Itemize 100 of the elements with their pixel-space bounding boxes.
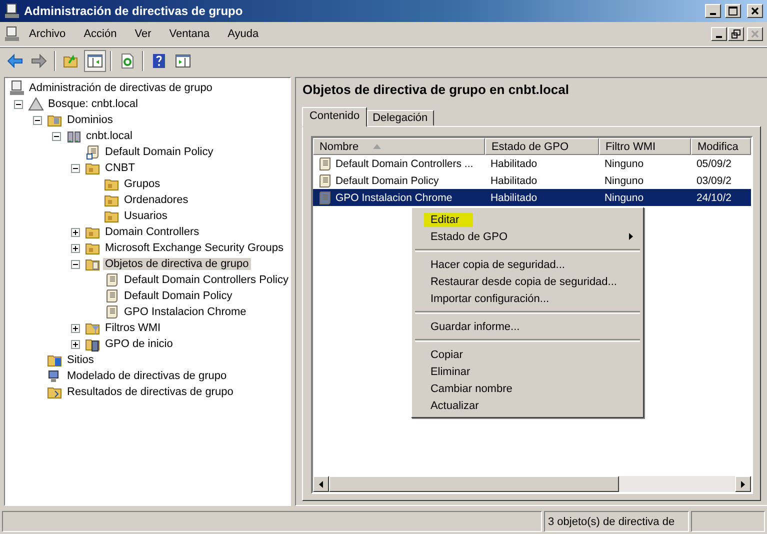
tree-pane-icon — [87, 53, 103, 69]
panel-title: Objetos de directiva de grupo en cnbt.local — [302, 82, 570, 99]
tree-item[interactable]: Administración de directivas de grupo — [27, 82, 214, 94]
status-text: 3 objeto(s) de directiva de — [544, 511, 689, 532]
column-header[interactable]: Filtro WMI — [599, 138, 692, 155]
tree-item[interactable]: Domain Controllers — [103, 226, 202, 238]
menu-item[interactable]: Hacer copia de seguridad... — [414, 256, 642, 273]
tree-item[interactable]: GPO Instalacion Chrome — [122, 306, 248, 318]
menu-item[interactable]: Importar configuración... — [414, 290, 642, 307]
collapse-icon[interactable] — [52, 132, 61, 140]
menu-item[interactable]: Estado de GPO — [414, 228, 642, 245]
column-header[interactable]: Nombre — [313, 138, 486, 155]
tree-item[interactable]: Default Domain Controllers Policy — [122, 274, 290, 286]
table-cell: Default Domain Policy — [335, 174, 439, 186]
folder-up-icon — [63, 53, 79, 69]
table-cell-text: 03/09/2 — [695, 174, 732, 186]
sort-arrow-icon — [372, 144, 381, 149]
menu-item[interactable]: Restaurar desde copia de seguridad... — [414, 273, 642, 290]
restore-icon — [731, 29, 741, 39]
toolbar-button[interactable] — [84, 50, 106, 72]
expand-icon[interactable] — [71, 228, 80, 236]
table-cell-text: Habilitado — [489, 158, 538, 170]
scroll-icon — [104, 288, 120, 304]
close-icon — [750, 6, 760, 16]
maximize-icon — [728, 6, 738, 16]
maximize-button[interactable] — [725, 4, 741, 18]
help-icon — [151, 53, 167, 69]
menu-item[interactable]: Ayuda — [218, 28, 268, 40]
collapse-icon[interactable] — [71, 164, 80, 172]
child-minimize-button[interactable] — [711, 27, 727, 41]
back-arrow-icon — [7, 53, 23, 69]
expand-icon[interactable] — [71, 340, 80, 348]
scroll-right-button[interactable] — [735, 476, 752, 492]
scroll-icon — [85, 144, 101, 160]
tree-item[interactable]: Microsoft Exchange Security Groups — [103, 242, 286, 254]
scroll-icon — [104, 304, 120, 320]
collapse-icon[interactable] — [33, 116, 42, 124]
scroll-icon — [317, 190, 334, 206]
close-button[interactable] — [747, 4, 763, 18]
table-cell-text: 05/09/2 — [695, 158, 732, 170]
menu-item[interactable]: Cambiar nombre — [414, 380, 642, 397]
window-title: Administración de directivas de grupo — [24, 4, 244, 18]
tree-item[interactable]: Bosque: cnbt.local — [46, 98, 140, 110]
console-icon — [4, 26, 20, 42]
expand-icon[interactable] — [71, 324, 80, 332]
column-header[interactable]: Estado de GPO — [485, 138, 600, 155]
menu-item[interactable]: Copiar — [414, 346, 642, 363]
forward-arrow-icon — [31, 53, 47, 69]
close-icon — [750, 29, 760, 39]
menu-item[interactable]: Eliminar — [414, 363, 642, 380]
table-cell-text: Ninguno — [603, 174, 645, 186]
menu-item[interactable]: Ver — [126, 28, 160, 40]
console-icon — [9, 80, 25, 96]
table-cell: GPO Instalacion Chrome — [335, 192, 452, 204]
table-cell-text: Habilitado — [489, 174, 538, 186]
tree-item[interactable]: Ordenadores — [122, 194, 190, 206]
expand-icon[interactable] — [71, 244, 80, 252]
console-icon — [4, 3, 20, 19]
list-row[interactable]: GPO Instalacion Chrome Habilitado Ninguno 24/10/2 — [313, 189, 752, 206]
menu-item[interactable]: Ventana — [160, 28, 219, 40]
minimize-icon — [716, 36, 722, 38]
tree-item[interactable]: Resultados de directivas de grupo — [65, 386, 236, 398]
menu-item[interactable]: Acción — [74, 28, 126, 40]
table-cell-text: 24/10/2 — [695, 192, 732, 204]
horizontal-scrollbar[interactable] — [313, 476, 752, 492]
tab[interactable]: Contenido — [302, 107, 367, 127]
scroll-left-button[interactable] — [313, 476, 330, 492]
tree-item[interactable]: Default Domain Policy — [122, 290, 234, 302]
tree-item[interactable]: Modelado de directivas de grupo — [65, 370, 229, 382]
scroll-icon — [317, 156, 334, 172]
tab[interactable]: Delegación — [366, 110, 434, 126]
collapse-icon[interactable] — [14, 100, 23, 108]
tree-item[interactable]: cnbt.local — [84, 130, 134, 142]
left-arrow-icon — [319, 480, 324, 488]
column-header[interactable]: Modifica — [691, 138, 752, 155]
menu-item[interactable]: Archivo — [20, 28, 75, 40]
scroll-icon — [317, 172, 334, 188]
menu-item[interactable]: Editar — [414, 211, 642, 228]
list-row[interactable]: Default Domain Policy Habilitado Ninguno 03/09/2 — [313, 172, 752, 189]
tree-item[interactable]: CNBT — [103, 162, 137, 174]
tree-item[interactable]: Sitios — [65, 354, 96, 366]
scroll-thumb[interactable] — [329, 476, 620, 492]
tree-item[interactable]: Usuarios — [122, 210, 170, 222]
child-restore-button[interactable] — [728, 27, 744, 41]
menu-item[interactable]: Guardar informe... — [414, 318, 642, 335]
tree-item[interactable]: Dominios — [65, 114, 115, 126]
tree-item[interactable]: Default Domain Policy — [103, 146, 216, 158]
minimize-icon — [710, 13, 716, 15]
list-row[interactable]: Default Domain Controllers ... Habilitado Ninguno 05/09/2 — [313, 155, 752, 172]
right-arrow-icon — [741, 480, 746, 488]
tree-item[interactable]: Filtros WMI — [103, 322, 163, 334]
tree-item[interactable]: Grupos — [122, 178, 162, 190]
scroll-icon — [104, 272, 120, 288]
tree-item[interactable]: GPO de inicio — [103, 338, 175, 350]
table-cell: Default Domain Controllers ... — [335, 158, 474, 170]
collapse-icon[interactable] — [71, 260, 80, 268]
tree-item[interactable]: Objetos de directiva de grupo — [103, 258, 251, 270]
menu-item[interactable]: Actualizar — [414, 397, 642, 414]
minimize-button[interactable] — [705, 4, 721, 18]
submenu-arrow-icon — [629, 233, 634, 240]
